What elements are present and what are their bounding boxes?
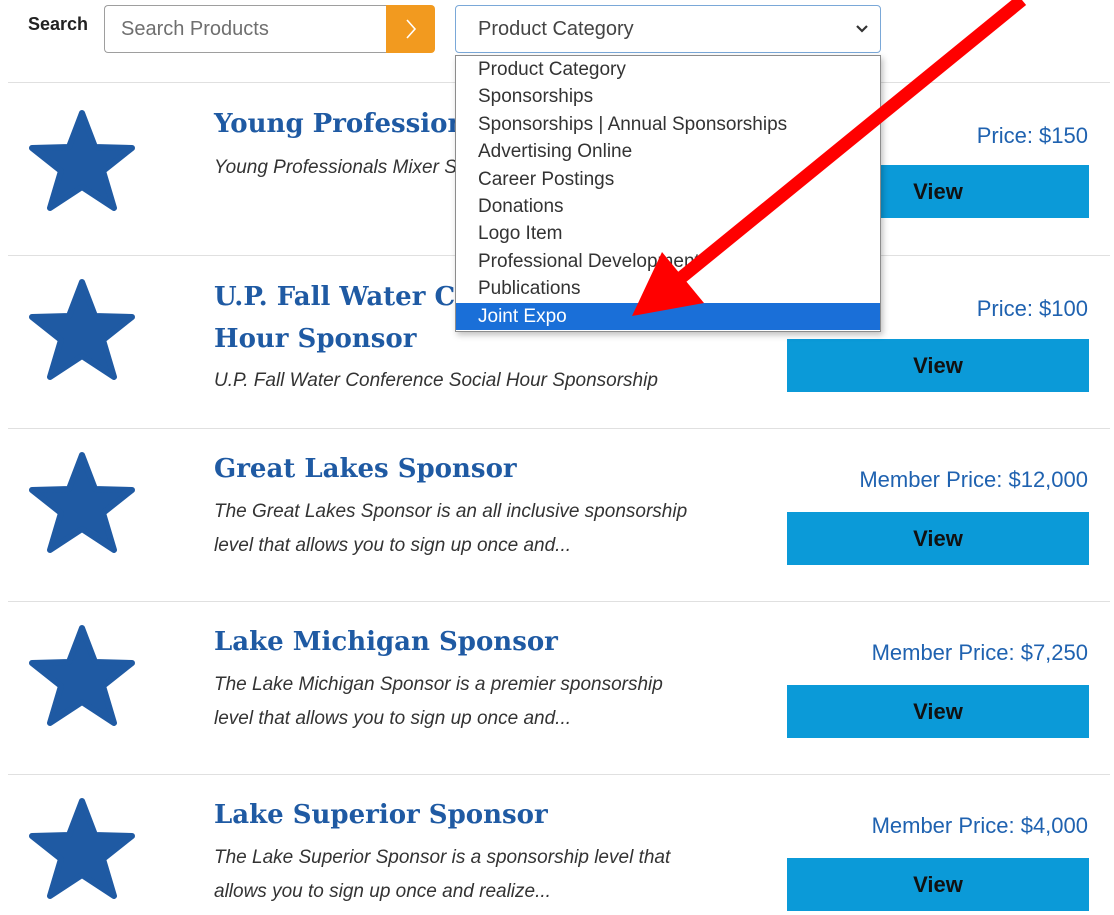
dropdown-option-sponsorships[interactable]: Sponsorships [456, 83, 880, 110]
view-button[interactable]: View [787, 512, 1089, 565]
chevron-down-icon [856, 25, 868, 33]
star-icon [29, 110, 135, 211]
product-row: Lake Michigan Sponsor The Lake Michigan … [8, 601, 1110, 774]
star-icon [29, 625, 135, 726]
dropdown-option-logo-item[interactable]: Logo Item [456, 220, 880, 247]
search-input[interactable] [104, 5, 386, 53]
product-price: Member Price: $12,000 [859, 467, 1088, 492]
product-title[interactable]: Lake Michigan Sponsor [214, 621, 558, 663]
product-description: U.P. Fall Water Conference Social Hour S… [214, 370, 658, 391]
category-dropdown-list: Product Category Sponsorships Sponsorshi… [455, 55, 881, 332]
view-button[interactable]: View [787, 858, 1089, 911]
product-row: Lake Superior Sponsor The Lake Superior … [8, 774, 1110, 915]
search-button[interactable] [386, 5, 435, 53]
product-price: Member Price: $7,250 [871, 640, 1088, 665]
search-label: Search [28, 14, 89, 34]
category-select[interactable]: Product Category [455, 5, 881, 53]
view-button[interactable]: View [787, 339, 1089, 392]
dropdown-option-product-category[interactable]: Product Category [456, 56, 880, 83]
view-button[interactable]: View [787, 685, 1089, 738]
product-price: Price: $100 [976, 296, 1088, 321]
product-title[interactable]: Great Lakes Sponsor [214, 448, 517, 490]
dropdown-option-donations[interactable]: Donations [456, 193, 880, 220]
chevron-right-icon [405, 19, 416, 39]
product-description: The Lake Michigan Sponsor is a premier s… [214, 674, 663, 729]
product-description: The Lake Superior Sponsor is a sponsorsh… [214, 847, 671, 902]
product-row: Great Lakes Sponsor The Great Lakes Spon… [8, 428, 1110, 601]
product-description: The Great Lakes Sponsor is an all inclus… [214, 501, 688, 556]
dropdown-option-annual-sponsorships[interactable]: Sponsorships | Annual Sponsorships [456, 111, 880, 138]
dropdown-option-advertising-online[interactable]: Advertising Online [456, 138, 880, 165]
dropdown-option-career-postings[interactable]: Career Postings [456, 166, 880, 193]
star-icon [29, 798, 135, 899]
category-select-value: Product Category [478, 17, 634, 40]
dropdown-option-joint-expo[interactable]: Joint Expo [456, 302, 880, 330]
star-icon [29, 452, 135, 553]
product-title[interactable]: Lake Superior Sponsor [214, 794, 548, 836]
product-price: Price: $150 [976, 123, 1088, 148]
star-icon [29, 279, 135, 380]
dropdown-option-publications[interactable]: Publications [456, 275, 880, 302]
product-price: Member Price: $4,000 [871, 813, 1088, 838]
dropdown-option-professional-development[interactable]: Professional Development [456, 248, 880, 275]
